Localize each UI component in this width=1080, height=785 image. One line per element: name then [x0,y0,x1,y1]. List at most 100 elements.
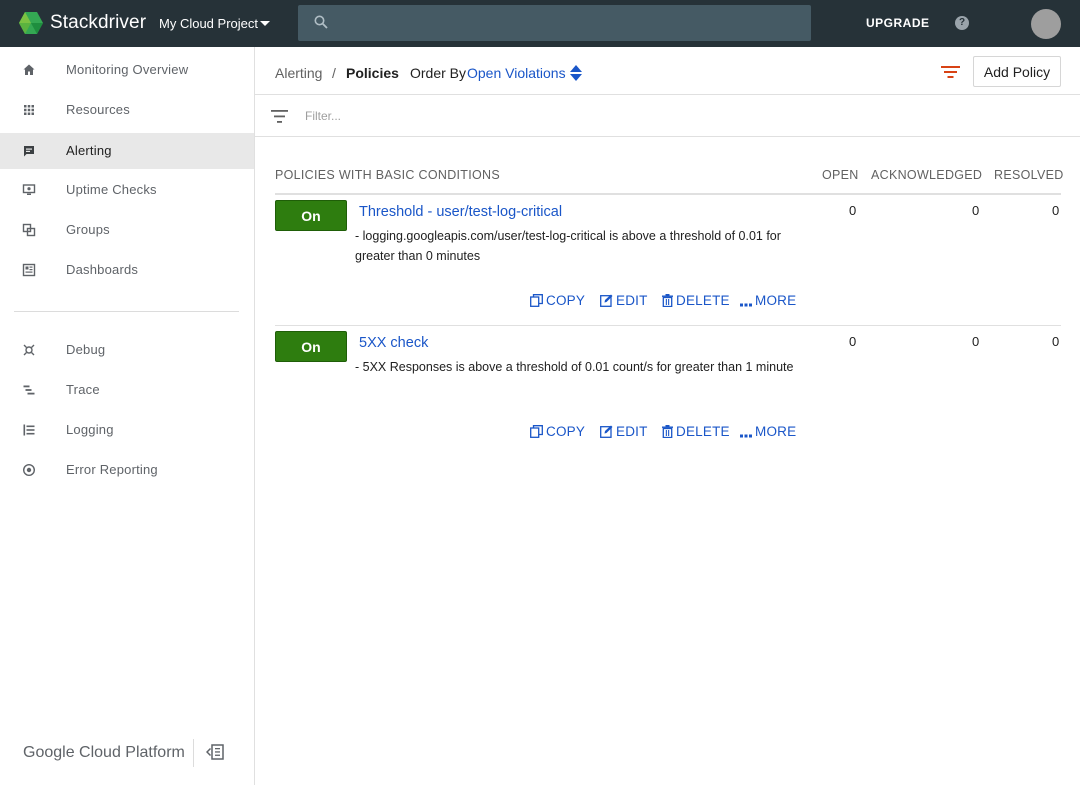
policy-description: - 5XX Responses is above a threshold of … [355,360,794,374]
sidebar-item-label: Trace [66,382,100,397]
alert-comment-icon [24,146,34,157]
sidebar-item-groups[interactable]: Groups [0,212,254,248]
more-label: MORE [755,293,797,308]
edit-button[interactable]: EDIT [600,293,648,308]
sidebar-item-dashboards[interactable]: Dashboards [0,252,254,288]
sidebar-divider [14,311,239,312]
page-header: Alerting / Policies Order By Open Violat… [255,47,1080,95]
sidebar-item-trace[interactable]: Trace [0,372,254,408]
filter-input[interactable] [305,106,705,126]
sidebar-item-logging[interactable]: Logging [0,412,254,448]
more-button[interactable]: MORE [740,293,796,308]
error-reporting-icon [22,463,36,477]
chevron-down-icon[interactable] [260,21,270,26]
table-row: On 5XX check - 5XX Responses is above a … [275,326,1061,457]
home-icon [23,64,35,75]
sidebar-item-uptime-checks[interactable]: Uptime Checks [0,172,254,208]
open-count: 0 [849,334,857,349]
order-by-label: Order By [410,65,467,81]
sidebar-item-resources[interactable]: Resources [0,92,254,128]
more-horizontal-icon [740,303,752,307]
delete-label: DELETE [676,293,730,308]
sidebar-item-alerting[interactable]: Alerting [0,133,254,169]
sort-icon[interactable] [569,64,583,82]
copy-button[interactable]: COPY [530,424,585,439]
monitor-icon [22,184,36,195]
order-by-select[interactable]: Open Violations [467,65,566,81]
column-header-acknowledged[interactable]: ACKNOWLEDGED [871,168,982,182]
filter-bar [255,95,1080,137]
sidebar-item-label: Resources [66,102,130,117]
dashboard-icon [22,263,36,277]
sidebar-item-label: Logging [66,422,114,437]
acknowledged-count: 0 [972,203,980,218]
more-label: MORE [755,424,797,439]
copy-label: COPY [546,424,586,439]
logging-icon [23,424,35,436]
sidebar: Monitoring Overview Resources Alerting U… [0,47,255,785]
policy-name-link[interactable]: Threshold - user/test-log-critical [359,204,562,220]
column-header-resolved[interactable]: RESOLVED [994,168,1064,182]
sidebar-item-label: Alerting [66,143,112,158]
column-header-open[interactable]: OPEN [822,168,859,182]
delete-button[interactable]: DELETE [662,293,730,308]
edit-icon [600,425,613,438]
trash-icon [662,294,673,308]
page-title: Policies [346,65,399,81]
brand-name[interactable]: Stackdriver [50,12,146,34]
policy-toggle[interactable]: On [275,200,347,231]
avatar[interactable] [1031,9,1061,39]
sidebar-item-label: Dashboards [66,262,139,277]
grid-icon [24,105,34,115]
more-horizontal-icon [740,434,752,438]
copy-icon [530,425,543,438]
sidebar-item-monitoring-overview[interactable]: Monitoring Overview [0,52,254,88]
search-input[interactable] [298,5,811,41]
resolved-count: 0 [1052,203,1060,218]
edit-button[interactable]: EDIT [600,424,648,439]
breadcrumb-alerting[interactable]: Alerting [275,65,322,81]
help-icon[interactable]: ? [955,16,969,30]
sidebar-item-debug[interactable]: Debug [0,332,254,368]
footer-divider [193,739,194,767]
project-selector[interactable]: My Cloud Project [159,16,258,31]
filter-list-icon[interactable] [271,110,288,123]
trash-icon [662,425,673,439]
main-content: Alerting / Policies Order By Open Violat… [255,47,1080,785]
delete-label: DELETE [676,424,730,439]
sidebar-item-label: Uptime Checks [66,182,157,197]
filter-icon[interactable] [941,65,960,79]
debug-icon [23,344,35,356]
open-count: 0 [849,203,857,218]
breadcrumb-separator: / [332,65,336,81]
groups-icon [22,223,36,237]
top-bar: Stackdriver My Cloud Project UPGRADE ? [0,0,1080,47]
copy-button[interactable]: COPY [530,293,585,308]
add-policy-button[interactable]: Add Policy [973,56,1061,87]
sidebar-item-label: Groups [66,222,110,237]
edit-label: EDIT [616,293,648,308]
section-title: POLICIES WITH BASIC CONDITIONS [275,168,500,182]
search-icon [314,15,328,29]
trace-icon [23,385,35,395]
edit-label: EDIT [616,424,648,439]
policy-description: - logging.googleapis.com/user/test-log-c… [355,229,781,263]
resolved-count: 0 [1052,334,1060,349]
policy-name-link[interactable]: 5XX check [359,335,428,351]
edit-icon [600,294,613,307]
sidebar-item-label: Debug [66,342,106,357]
delete-button[interactable]: DELETE [662,424,730,439]
sidebar-item-label: Monitoring Overview [66,62,189,77]
copy-icon [530,294,543,307]
sidebar-item-error-reporting[interactable]: Error Reporting [0,452,254,488]
stackdriver-logo-icon[interactable] [19,11,43,35]
collapse-sidebar-icon[interactable] [206,744,224,760]
copy-label: COPY [546,293,586,308]
gcp-logo[interactable]: Google Cloud Platform [23,744,185,762]
upgrade-button[interactable]: UPGRADE [866,16,930,30]
more-button[interactable]: MORE [740,424,796,439]
sidebar-item-label: Error Reporting [66,462,158,477]
policy-toggle[interactable]: On [275,331,347,362]
acknowledged-count: 0 [972,334,980,349]
table-row: On Threshold - user/test-log-critical - … [275,195,1061,326]
